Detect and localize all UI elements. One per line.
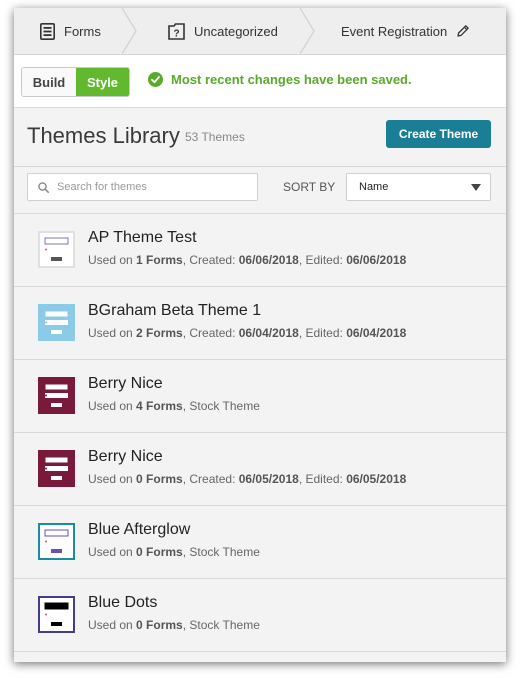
breadcrumb-label: Uncategorized <box>194 23 278 39</box>
sort-select-value: Name <box>359 181 389 193</box>
theme-created-date: 06/04/2018 <box>238 326 299 340</box>
breadcrumb-event-registration[interactable]: Event Registration <box>341 8 470 54</box>
theme-row[interactable]: AP Theme Test Used on 1 Forms, Created: … <box>14 214 506 287</box>
theme-used-prefix: Used on <box>88 545 137 559</box>
theme-name: AP Theme Test <box>88 229 197 246</box>
check-circle-icon <box>148 72 163 87</box>
search-input[interactable] <box>57 181 247 193</box>
library-header: Themes Library 53 Themes Create Theme <box>14 108 506 167</box>
save-status-text: Most recent changes have been saved. <box>171 72 412 87</box>
theme-edited-date: 06/05/2018 <box>346 472 407 486</box>
theme-forms-count: 0 Forms <box>136 618 183 632</box>
theme-created-date: 06/06/2018 <box>238 253 299 267</box>
breadcrumb-separator <box>122 8 137 54</box>
filter-bar: SORT BY Name <box>14 167 506 214</box>
theme-used-prefix: Used on <box>88 472 137 486</box>
theme-row[interactable]: Berry Nice Used on 0 Forms, Created: 06/… <box>14 433 506 506</box>
theme-sep2: , Edited: <box>298 253 347 267</box>
theme-sep2: , Edited: <box>298 472 347 486</box>
pencil-icon[interactable] <box>456 24 470 38</box>
theme-sep1: , Created: <box>182 253 239 267</box>
sort-select[interactable]: Name <box>346 173 491 201</box>
sort-label: SORT BY <box>283 180 336 194</box>
theme-edited-date: 06/06/2018 <box>346 253 407 267</box>
theme-edited-date: 06/04/2018 <box>346 326 407 340</box>
theme-thumbnail-icon <box>38 304 75 341</box>
theme-forms-count: 4 Forms <box>136 399 183 413</box>
theme-used-prefix: Used on <box>88 326 137 340</box>
breadcrumb: Forms ? Uncategorized Event Registration <box>14 8 506 55</box>
theme-list: AP Theme Test Used on 1 Forms, Created: … <box>14 214 506 652</box>
theme-row[interactable]: BGraham Beta Theme 1 Used on 2 Forms, Cr… <box>14 287 506 360</box>
theme-row[interactable]: Blue Afterglow Used on 0 Forms, Stock Th… <box>14 506 506 579</box>
theme-meta: Used on 1 Forms, Created: 06/06/2018, Ed… <box>88 253 406 267</box>
theme-forms-count: 1 Forms <box>136 253 183 267</box>
toolbar: Build Style Most recent changes have bee… <box>14 55 506 108</box>
theme-used-prefix: Used on <box>88 253 137 267</box>
save-status: Most recent changes have been saved. <box>148 72 412 87</box>
style-tab[interactable]: Style <box>76 68 129 96</box>
create-theme-button[interactable]: Create Theme <box>386 120 491 148</box>
forms-icon <box>40 22 55 40</box>
theme-name: Berry Nice <box>88 448 163 465</box>
app-window: Forms ? Uncategorized Event Registration… <box>14 8 506 662</box>
theme-row[interactable]: Berry Nice Used on 4 Forms, Stock Theme <box>14 360 506 433</box>
breadcrumb-label: Event Registration <box>341 23 448 39</box>
theme-name: BGraham Beta Theme 1 <box>88 302 262 319</box>
theme-created-date: 06/05/2018 <box>238 472 299 486</box>
folder-question-icon: ? <box>168 22 185 40</box>
theme-name: Blue Afterglow <box>88 521 191 538</box>
theme-forms-count: 0 Forms <box>136 545 183 559</box>
theme-thumbnail-icon <box>38 523 75 560</box>
svg-text:?: ? <box>173 28 179 39</box>
theme-thumbnail-icon <box>38 596 75 633</box>
theme-meta: Used on 0 Forms, Created: 06/05/2018, Ed… <box>88 472 406 486</box>
theme-sep1: , Created: <box>182 326 239 340</box>
theme-thumbnail-icon <box>38 450 75 487</box>
chevron-down-icon <box>471 184 481 191</box>
build-style-toggle: Build Style <box>21 67 130 97</box>
theme-sep2: Stock Theme <box>189 545 260 559</box>
theme-forms-count: 0 Forms <box>136 472 183 486</box>
theme-sep2: Stock Theme <box>189 618 260 632</box>
page-title: Themes Library <box>27 123 180 148</box>
build-tab[interactable]: Build <box>22 68 76 96</box>
theme-name: Blue Dots <box>88 594 158 611</box>
breadcrumb-label: Forms <box>64 23 101 39</box>
theme-forms-count: 2 Forms <box>136 326 183 340</box>
theme-sep2: , Edited: <box>298 326 347 340</box>
theme-meta: Used on 0 Forms, Stock Theme <box>88 618 260 632</box>
theme-meta: Used on 2 Forms, Created: 06/04/2018, Ed… <box>88 326 406 340</box>
theme-meta: Used on 4 Forms, Stock Theme <box>88 399 260 413</box>
theme-name: Berry Nice <box>88 375 163 392</box>
theme-thumbnail-icon <box>38 377 75 414</box>
search-box <box>27 173 258 201</box>
breadcrumb-separator <box>300 8 315 54</box>
theme-sep1: , Created: <box>182 472 239 486</box>
theme-thumbnail-icon <box>38 231 75 268</box>
breadcrumb-forms[interactable]: Forms <box>40 8 101 54</box>
theme-used-prefix: Used on <box>88 399 137 413</box>
theme-used-prefix: Used on <box>88 618 137 632</box>
search-icon <box>38 181 49 193</box>
breadcrumb-uncategorized[interactable]: ? Uncategorized <box>168 8 278 54</box>
theme-row[interactable]: Blue Dots Used on 0 Forms, Stock Theme <box>14 579 506 652</box>
theme-count: 53 Themes <box>185 130 245 144</box>
theme-meta: Used on 0 Forms, Stock Theme <box>88 545 260 559</box>
theme-sep2: Stock Theme <box>189 399 260 413</box>
